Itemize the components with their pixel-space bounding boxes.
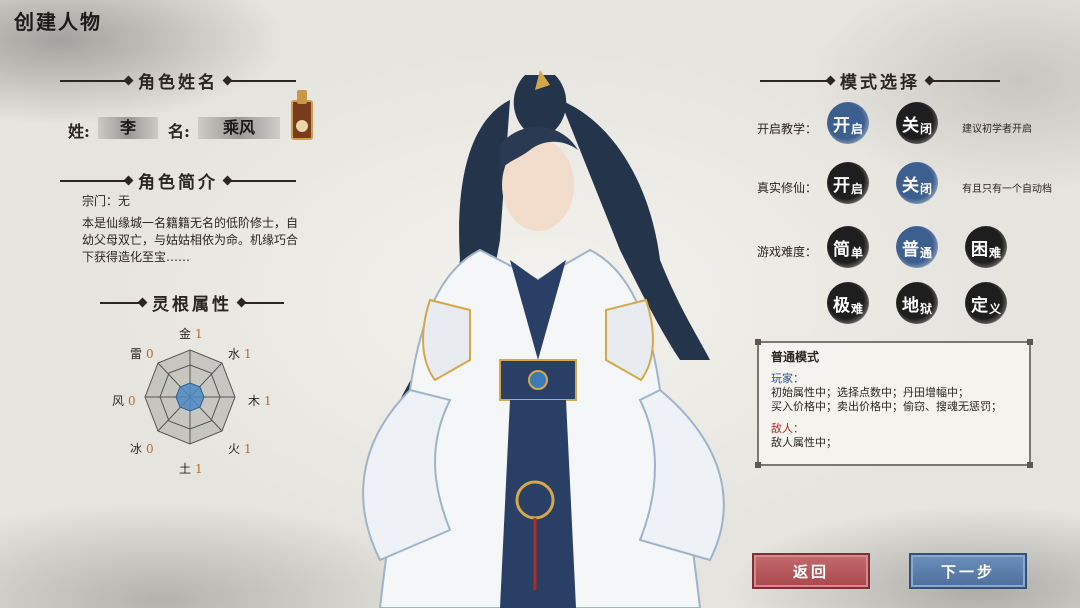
roots-radar-chart: [144, 349, 236, 445]
random-name-seal-icon[interactable]: [291, 90, 313, 140]
real-mode-on-button[interactable]: 开启: [827, 162, 869, 204]
tutorial-off-button[interactable]: 关闭: [896, 102, 938, 144]
difficulty-label: 游戏难度：: [757, 245, 818, 259]
mode-info-panel: 普通模式 玩家： 初始属性中；选择点数中；丹田增幅中； 买入价格中；卖出价格中；…: [755, 339, 1033, 468]
difficulty-normal-button[interactable]: 普通: [896, 226, 938, 268]
panel-corner: [1027, 339, 1033, 345]
mode-heading-text: 模式选择: [840, 73, 920, 93]
info-player-line1: 初始属性中；选择点数中；丹田增幅中；: [771, 386, 969, 399]
tutorial-hint: 建议初学者开启: [962, 124, 1032, 135]
difficulty-hell-button[interactable]: 地狱: [896, 282, 938, 324]
roots-section-heading: 灵根属性: [100, 290, 284, 315]
root-metal: 金1: [179, 327, 203, 341]
difficulty-custom-button[interactable]: 定义: [965, 282, 1007, 324]
real-mode-hint: 有且只有一个自动档: [962, 184, 1052, 195]
bio-section-heading: 角色简介: [60, 168, 296, 193]
info-title: 普通模式: [771, 350, 820, 364]
given-name-input[interactable]: 乘风: [198, 117, 280, 139]
name-heading-text: 角色姓名: [138, 73, 218, 93]
root-ice: 冰0: [130, 442, 154, 456]
real-mode-off-button[interactable]: 关闭: [896, 162, 938, 204]
panel-corner: [755, 462, 761, 468]
roots-heading-text: 灵根属性: [152, 295, 232, 315]
difficulty-extreme-button[interactable]: 极难: [827, 282, 869, 324]
page-title: 创建人物: [14, 10, 102, 34]
given-name-label: 名:: [168, 122, 190, 141]
root-thunder: 雷0: [130, 347, 154, 361]
surname-input[interactable]: 李: [98, 117, 158, 139]
mode-section-heading: 模式选择: [760, 68, 1000, 93]
surname-label: 姓:: [68, 122, 90, 141]
next-step-button[interactable]: 下一步: [909, 553, 1027, 589]
difficulty-easy-button[interactable]: 简单: [827, 226, 869, 268]
bio-heading-text: 角色简介: [138, 173, 218, 193]
root-wood: 木1: [248, 394, 272, 408]
real-mode-label: 真实修仙：: [757, 181, 818, 195]
character-portrait: [362, 70, 725, 608]
name-section-heading: 角色姓名: [60, 68, 296, 93]
panel-corner: [1027, 462, 1033, 468]
root-earth: 土1: [179, 462, 203, 476]
tutorial-label: 开启教学：: [757, 122, 818, 136]
root-water: 水1: [228, 347, 252, 361]
info-player-line2: 买入价格中；卖出价格中；偷窃、搜魂无惩罚；: [771, 400, 1002, 413]
panel-corner: [755, 339, 761, 345]
root-wind: 风0: [112, 394, 136, 408]
difficulty-hard-button[interactable]: 困难: [965, 226, 1007, 268]
root-fire: 火1: [228, 442, 252, 456]
back-button[interactable]: 返回: [752, 553, 870, 589]
tutorial-on-button[interactable]: 开启: [827, 102, 869, 144]
sect-text: 宗门：无: [82, 194, 131, 208]
bio-description: 本是仙缘城一名籍籍无名的低阶修士，自幼父母双亡，与姑姑相依为命。机缘巧合下获得造…: [82, 216, 299, 264]
info-enemy-label: 敌人：: [771, 422, 804, 435]
info-player-label: 玩家：: [771, 372, 804, 385]
info-enemy-line1: 敌人属性中；: [771, 436, 837, 449]
